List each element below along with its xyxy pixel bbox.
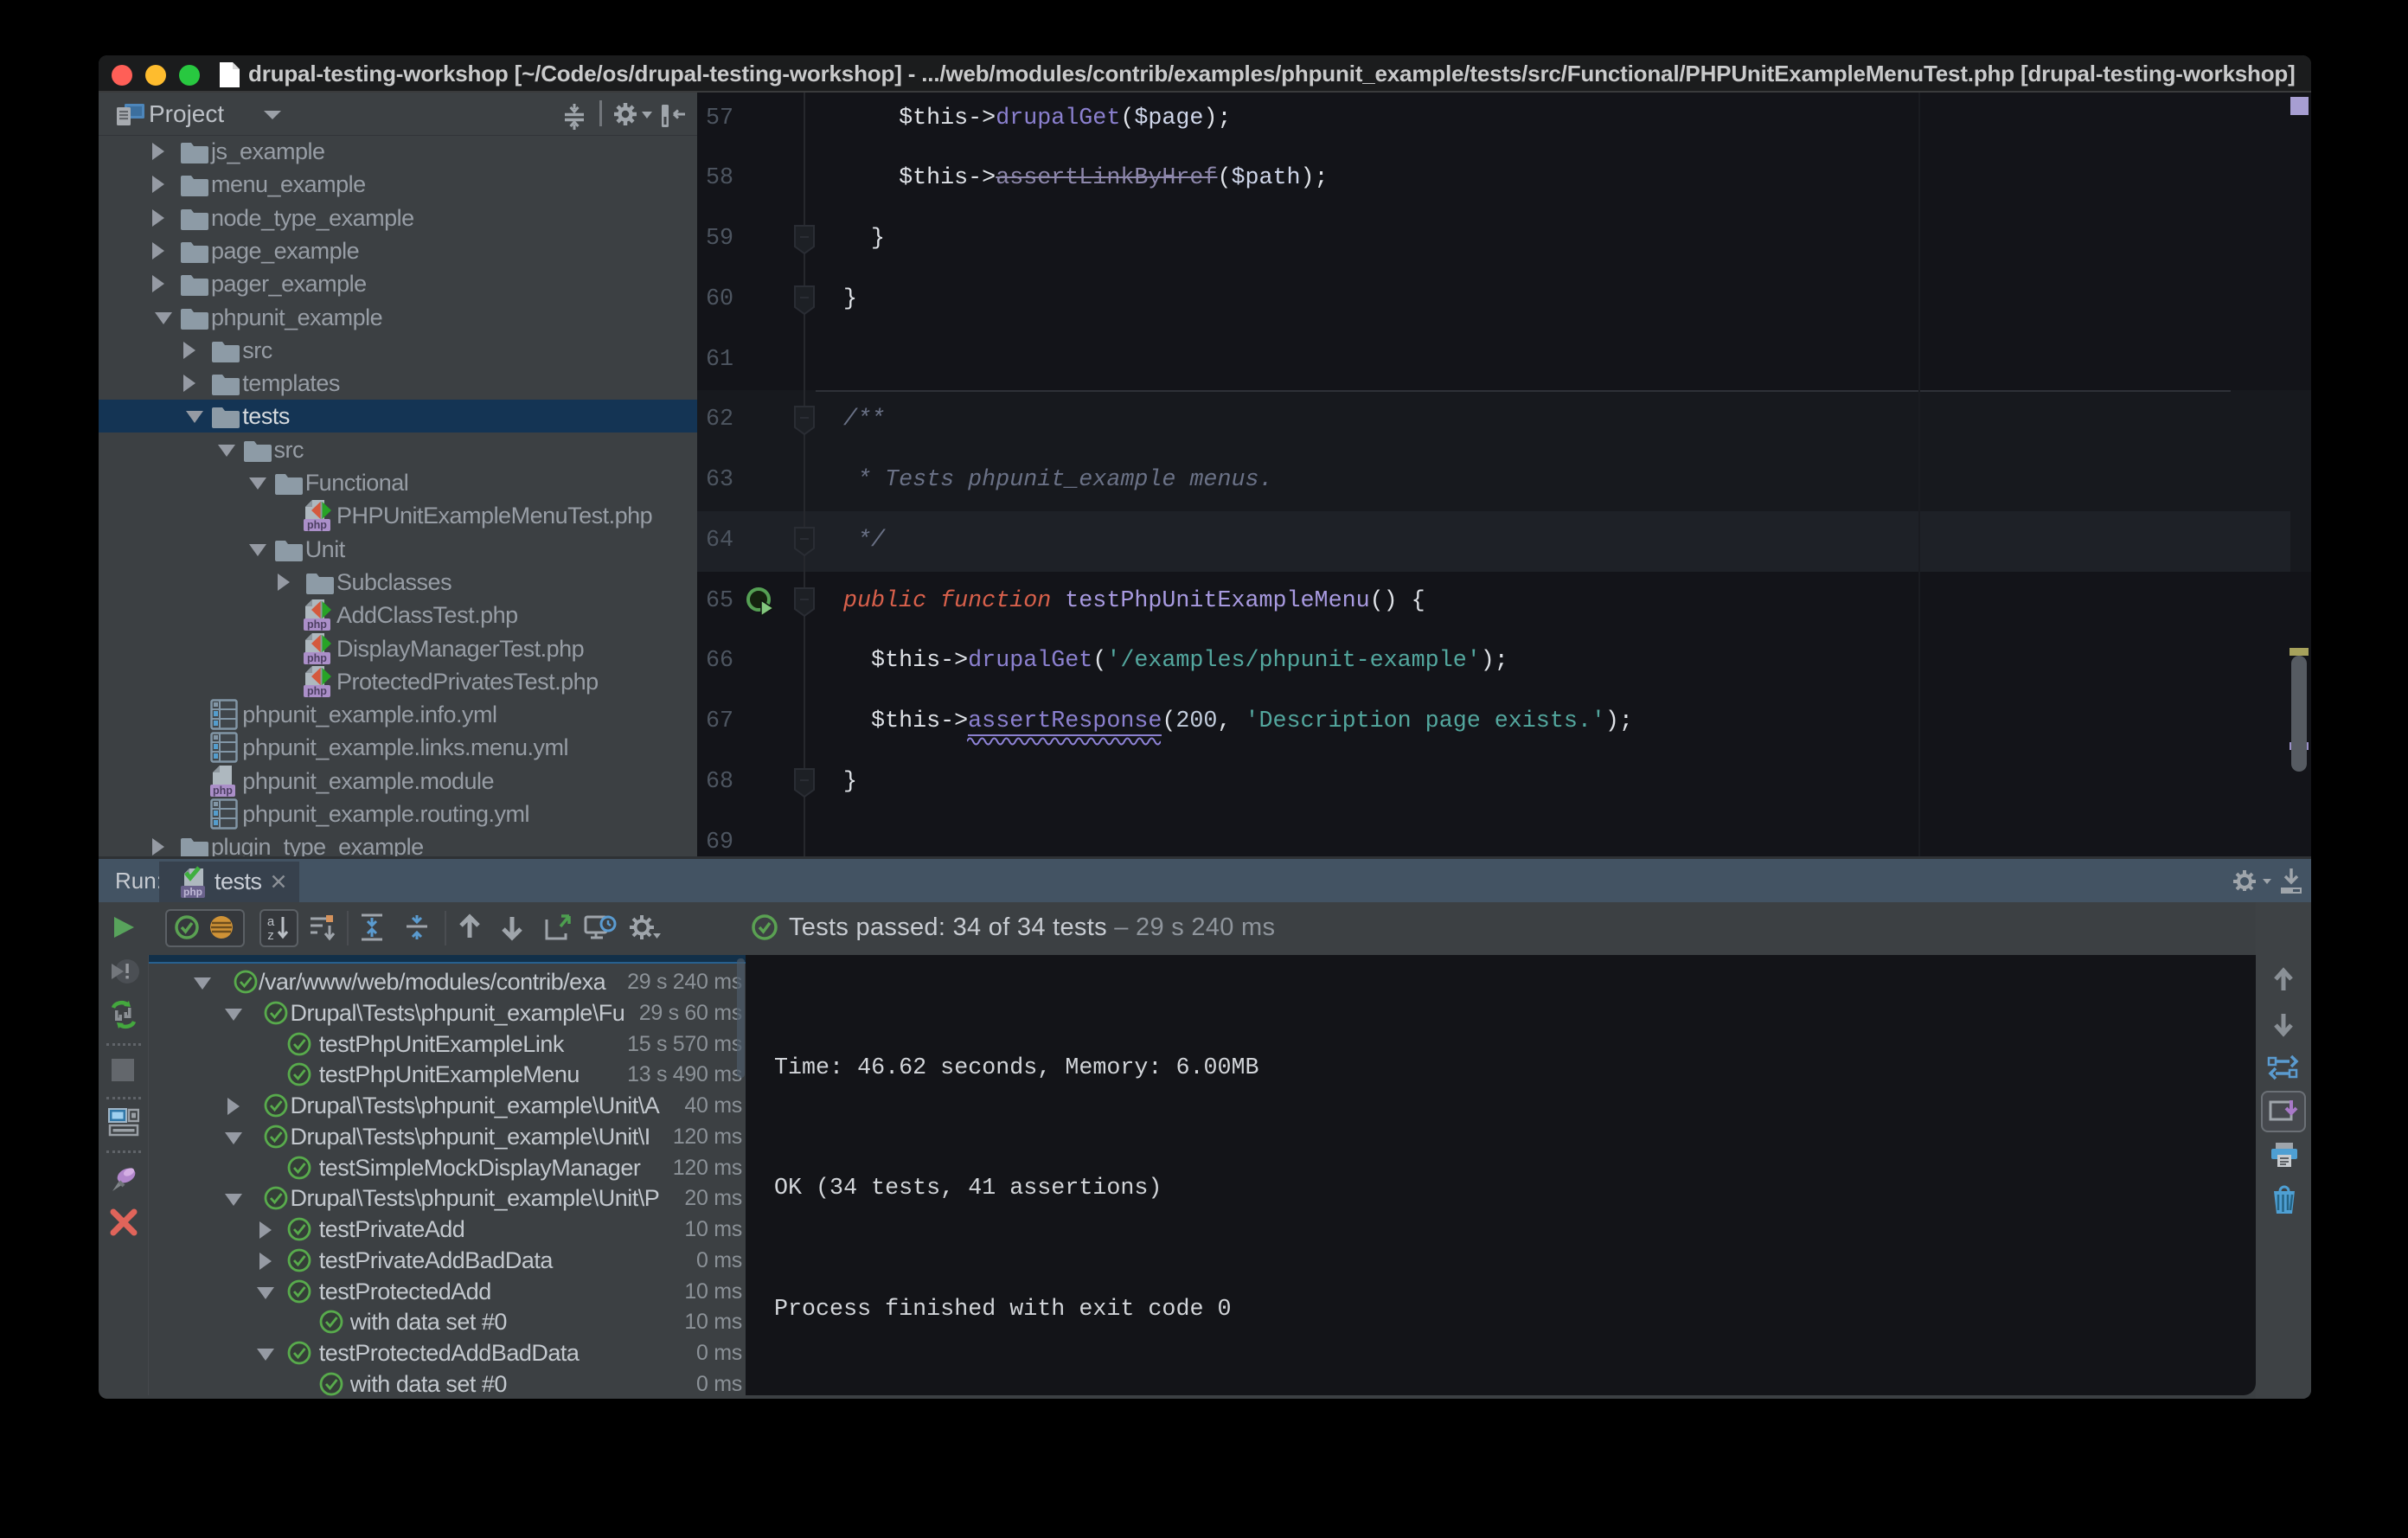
svg-text:php: php bbox=[307, 652, 327, 664]
svg-text:z: z bbox=[267, 928, 274, 943]
svg-text:php: php bbox=[307, 519, 327, 531]
svg-text:php: php bbox=[213, 785, 233, 797]
svg-text:php: php bbox=[307, 618, 327, 631]
svg-text:php: php bbox=[183, 886, 202, 898]
svg-text:a: a bbox=[267, 914, 275, 929]
svg-text:php: php bbox=[307, 685, 327, 697]
